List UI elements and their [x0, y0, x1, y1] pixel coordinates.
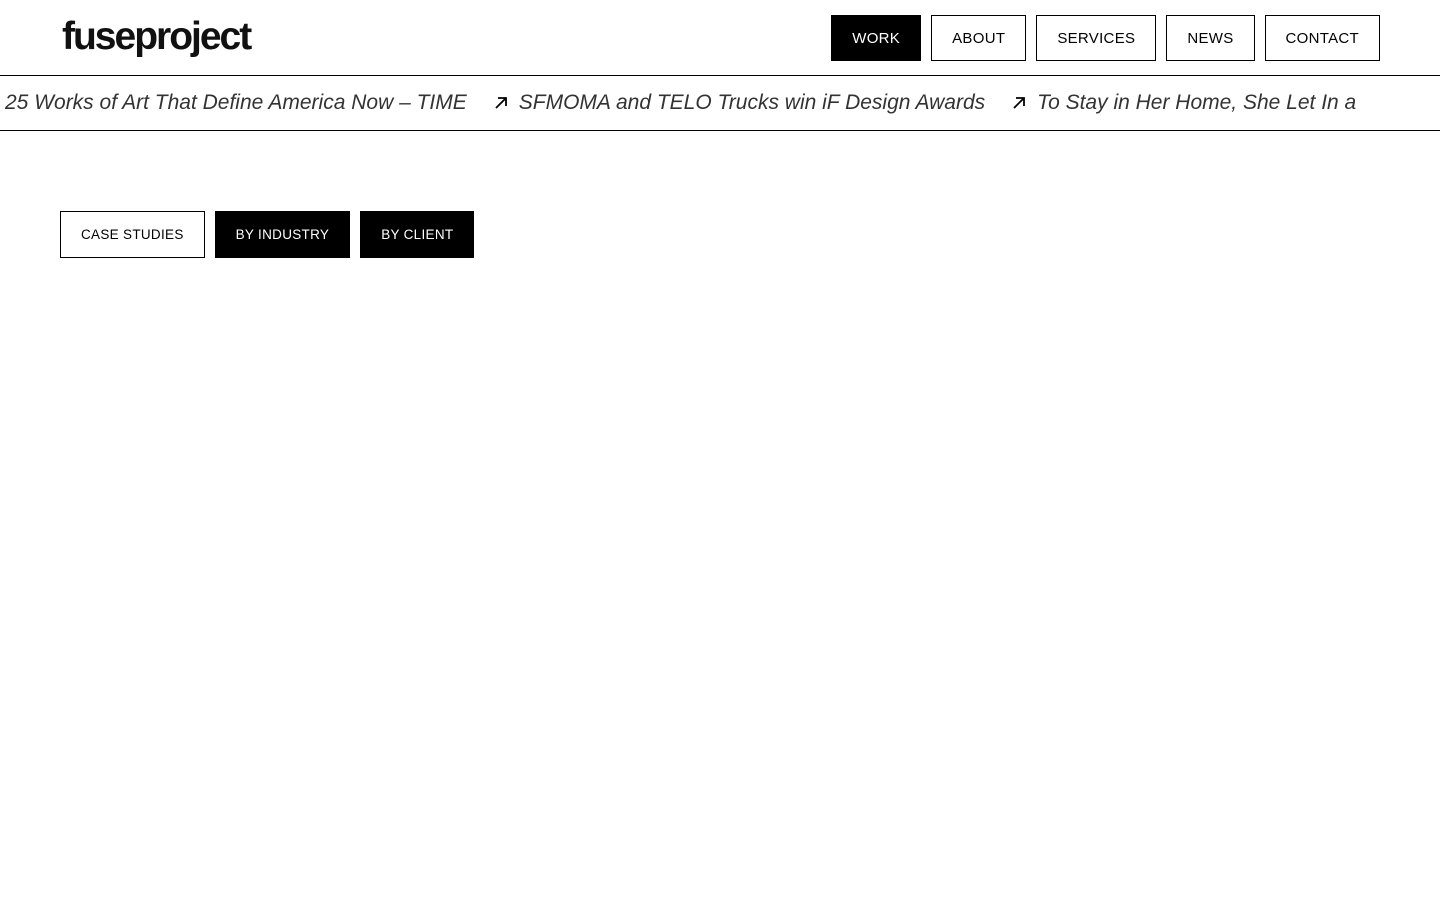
nav-contact-button[interactable]: CONTACT: [1264, 15, 1380, 61]
ticker-item-text: 25 Works of Art That Define America Now …: [5, 91, 467, 114]
filter-by-client-button[interactable]: BY CLIENT: [360, 211, 475, 258]
main-nav: WORK ABOUT SERVICES NEWS CONTACT: [831, 15, 1380, 61]
ticker-item-text: To Stay in Her Home, She Let In a: [1037, 91, 1357, 114]
ticker-item[interactable]: To Stay in Her Home, She Let In a: [1011, 91, 1356, 115]
filter-case-studies-button[interactable]: CASE STUDIES: [60, 211, 205, 258]
ticker-item-text: SFMOMA and TELO Trucks win iF Design Awa…: [518, 91, 986, 114]
nav-services-button[interactable]: SERVICES: [1036, 15, 1157, 61]
nav-work-button[interactable]: WORK: [831, 15, 922, 61]
nav-news-button[interactable]: NEWS: [1166, 15, 1255, 61]
arrow-up-right-icon: [1011, 95, 1027, 111]
filter-by-industry-button[interactable]: BY INDUSTRY: [214, 211, 351, 258]
news-ticker: 25 Works of Art That Define America Now …: [0, 76, 1440, 131]
arrow-up-right-icon: [493, 95, 509, 111]
work-filters: CASE STUDIES BY INDUSTRY BY CLIENT: [60, 211, 475, 258]
site-header: fuseproject WORK ABOUT SERVICES NEWS CON…: [0, 0, 1440, 76]
ticker-track: 25 Works of Art That Define America Now …: [5, 76, 1382, 130]
nav-about-button[interactable]: ABOUT: [931, 15, 1027, 61]
ticker-item[interactable]: 25 Works of Art That Define America Now …: [5, 91, 467, 115]
logo[interactable]: fuseproject: [62, 15, 252, 59]
ticker-item[interactable]: SFMOMA and TELO Trucks win iF Design Awa…: [493, 91, 985, 115]
